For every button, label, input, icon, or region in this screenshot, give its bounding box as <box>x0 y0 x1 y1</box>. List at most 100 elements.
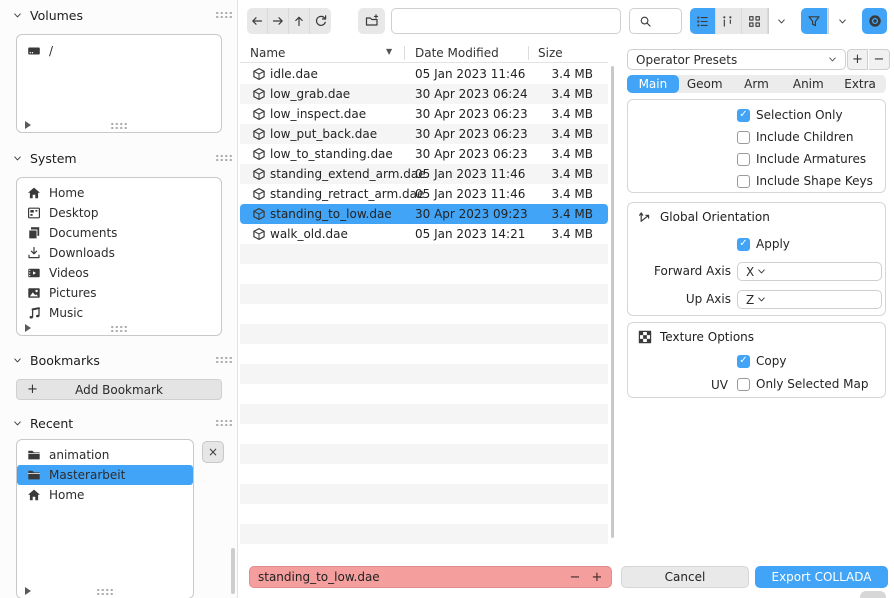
filename-input[interactable] <box>249 566 612 588</box>
system-item[interactable]: Pictures <box>17 283 221 303</box>
section-grip-handle[interactable] <box>215 419 233 426</box>
option-row[interactable]: Include Shape Keys <box>628 174 885 196</box>
system-item[interactable]: Downloads <box>17 243 221 263</box>
column-name[interactable]: Name <box>250 46 285 60</box>
file-row-empty[interactable] <box>240 264 608 284</box>
back-button[interactable] <box>247 8 268 34</box>
box-grip-handle[interactable] <box>110 325 128 332</box>
file-row[interactable]: standing_extend_arm.dae 05 Jan 2023 11:4… <box>240 164 608 184</box>
display-settings-dropdown[interactable] <box>768 8 794 34</box>
operator-presets-dropdown[interactable]: Operator Presets <box>627 49 846 70</box>
file-row-empty[interactable] <box>240 504 608 524</box>
checkbox[interactable] <box>737 378 750 391</box>
checkbox[interactable] <box>737 109 750 122</box>
directory-path-input[interactable] <box>391 8 621 34</box>
section-grip-handle[interactable] <box>215 11 233 18</box>
section-grip-handle[interactable] <box>215 154 233 161</box>
checkbox[interactable] <box>737 131 750 144</box>
forward-button[interactable] <box>268 8 289 34</box>
file-row[interactable]: low_to_standing.dae 30 Apr 2023 06:23 3.… <box>240 144 608 164</box>
resize-handle-icon[interactable] <box>25 324 31 332</box>
system-section-header[interactable]: System <box>10 149 224 167</box>
panel-header[interactable]: Global Orientation <box>638 210 770 224</box>
resize-handle-icon[interactable] <box>25 587 31 595</box>
checkbox[interactable] <box>737 238 750 251</box>
file-row[interactable]: low_inspect.dae 30 Apr 2023 06:23 3.4 MB <box>240 104 608 124</box>
file-row-empty[interactable] <box>240 464 608 484</box>
tab[interactable]: Main <box>627 75 679 93</box>
volume-item[interactable]: / <box>17 41 221 61</box>
panel-header[interactable]: Texture Options <box>638 330 754 344</box>
parent-directory-button[interactable] <box>289 8 310 34</box>
checkbox[interactable] <box>737 175 750 188</box>
volumes-section-header[interactable]: Volumes <box>10 6 224 24</box>
file-row-empty[interactable] <box>240 444 608 464</box>
system-item[interactable]: Documents <box>17 223 221 243</box>
sort-descending-icon[interactable]: ▼ <box>386 47 392 56</box>
view-vertical-list-button[interactable] <box>690 8 716 34</box>
create-directory-button[interactable] <box>358 8 385 34</box>
forward-axis-dropdown[interactable]: X <box>737 262 882 281</box>
file-row[interactable]: walk_old.dae 05 Jan 2023 14:21 3.4 MB <box>240 224 608 244</box>
view-horizontal-list-button[interactable] <box>716 8 742 34</box>
bookmarks-section-header[interactable]: Bookmarks <box>10 351 224 369</box>
system-item[interactable]: Desktop <box>17 203 221 223</box>
tab[interactable]: Anim <box>782 75 834 93</box>
search-input[interactable] <box>629 8 682 34</box>
copy-option-row[interactable]: Copy <box>628 354 885 376</box>
window-resize-grip[interactable] <box>860 591 886 598</box>
file-row-empty[interactable] <box>240 244 608 264</box>
apply-option-row[interactable]: Apply <box>628 237 885 259</box>
tab[interactable]: Geom <box>679 75 731 93</box>
export-collada-button[interactable]: Export COLLADA <box>755 566 888 588</box>
column-size[interactable]: Size <box>538 46 563 60</box>
section-grip-handle[interactable] <box>215 356 233 363</box>
file-row[interactable]: low_grab.dae 30 Apr 2023 06:24 3.4 MB <box>240 84 608 104</box>
file-row-empty[interactable] <box>240 284 608 304</box>
file-row-empty[interactable] <box>240 324 608 344</box>
column-divider[interactable] <box>404 46 405 60</box>
refresh-button[interactable] <box>310 8 331 34</box>
filter-toggle-button[interactable] <box>801 8 828 34</box>
recent-item[interactable]: Masterarbeit <box>17 465 193 485</box>
view-thumbnails-button[interactable] <box>742 8 768 34</box>
option-row[interactable]: Selection Only <box>628 108 885 130</box>
file-row-empty[interactable] <box>240 364 608 384</box>
uv-only-selected-row[interactable]: UV Only Selected Map <box>628 377 885 399</box>
option-row[interactable]: Include Children <box>628 130 885 152</box>
checkbox[interactable] <box>737 355 750 368</box>
clear-recent-button[interactable]: × <box>202 441 224 463</box>
remove-preset-button[interactable]: − <box>869 49 890 70</box>
file-row-empty[interactable] <box>240 344 608 364</box>
column-date-modified[interactable]: Date Modified <box>415 46 499 60</box>
tab[interactable]: Arm <box>731 75 783 93</box>
add-preset-button[interactable]: + <box>847 49 868 70</box>
add-bookmark-button[interactable]: + Add Bookmark <box>16 379 222 400</box>
file-row-empty[interactable] <box>240 524 608 544</box>
file-row[interactable]: standing_to_low.dae 30 Apr 2023 09:23 3.… <box>240 204 608 224</box>
file-row-empty[interactable] <box>240 404 608 424</box>
file-list-scrollbar[interactable] <box>611 66 614 538</box>
filename-increment-button[interactable]: + <box>588 566 606 588</box>
system-item[interactable]: Videos <box>17 263 221 283</box>
settings-button[interactable] <box>862 8 887 34</box>
resize-handle-icon[interactable] <box>25 121 31 129</box>
file-row[interactable]: low_put_back.dae 30 Apr 2023 06:23 3.4 M… <box>240 124 608 144</box>
box-grip-handle[interactable] <box>96 588 114 595</box>
column-divider[interactable] <box>528 46 529 60</box>
box-grip-handle[interactable] <box>110 122 128 129</box>
file-row[interactable]: standing_retract_arm.dae 05 Jan 2023 11:… <box>240 184 608 204</box>
file-row-empty[interactable] <box>240 304 608 324</box>
system-item[interactable]: Home <box>17 183 221 203</box>
option-row[interactable]: Include Armatures <box>628 152 885 174</box>
filter-settings-dropdown[interactable] <box>828 8 855 34</box>
tab[interactable]: Extra <box>834 75 886 93</box>
cancel-button[interactable]: Cancel <box>621 566 749 588</box>
system-item[interactable]: Music <box>17 303 221 323</box>
recent-item[interactable]: Home <box>17 485 193 505</box>
sidebar-scrollbar[interactable] <box>231 548 235 594</box>
recent-item[interactable]: animation <box>17 445 193 465</box>
file-row-empty[interactable] <box>240 424 608 444</box>
filename-decrement-button[interactable]: − <box>566 566 584 588</box>
up-axis-dropdown[interactable]: Z <box>737 290 882 309</box>
